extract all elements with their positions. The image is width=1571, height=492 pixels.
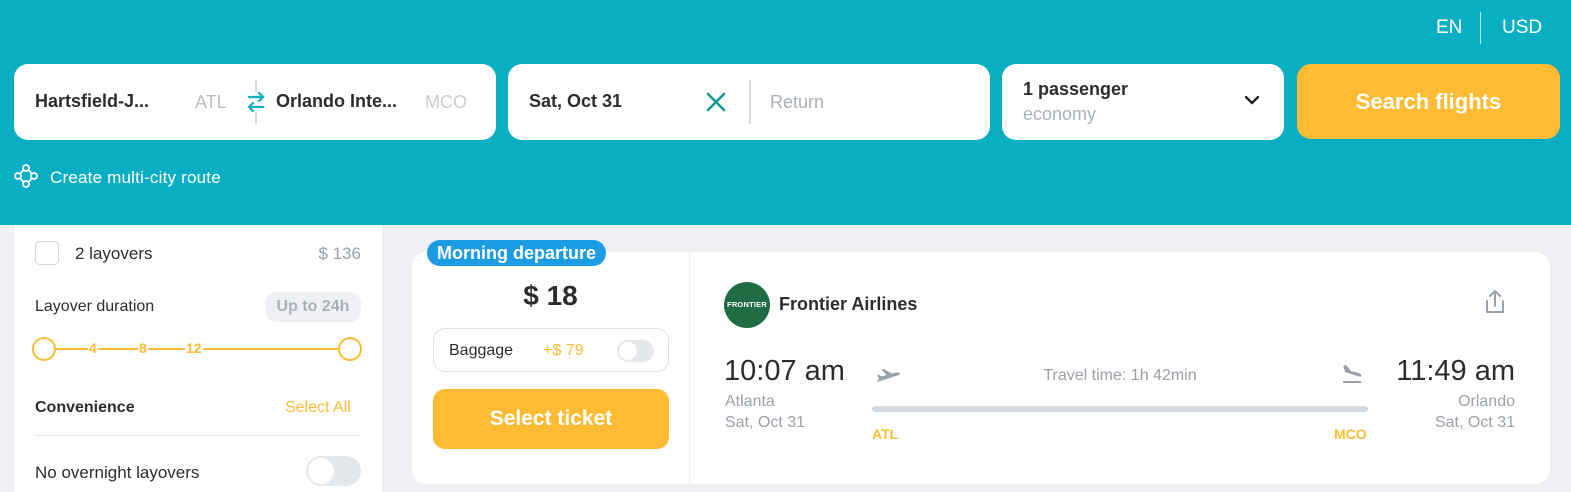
departure-city: Atlanta	[725, 393, 775, 410]
search-flights-button[interactable]: Search flights	[1297, 64, 1560, 139]
two-layovers-price: $ 136	[318, 244, 361, 263]
header-divider	[1480, 12, 1481, 44]
ticket-price: $ 18	[523, 280, 578, 311]
destination-code: MCO	[425, 92, 467, 112]
arrival-date: Sat, Oct 31	[1434, 414, 1515, 431]
multi-city-label: Create multi-city route	[50, 168, 221, 187]
ticket-card: $ 18 Baggage +$ 79 Select ticket FRONTIE…	[412, 252, 1550, 484]
origin-code: ATL	[195, 92, 227, 112]
departure-date: Sat, Oct 31	[725, 414, 806, 431]
travel-time: Travel time: 1h 42min	[1043, 367, 1197, 384]
airline-name: Frontier Airlines	[779, 294, 918, 314]
cabin-class: economy	[1023, 104, 1097, 124]
slider-tick: 4	[88, 340, 98, 356]
baggage-label: Baggage	[449, 342, 514, 359]
layover-duration-slider[interactable]: 4 8 12	[32, 335, 364, 363]
slider-tick: 8	[138, 340, 148, 356]
baggage-toggle[interactable]	[617, 340, 654, 362]
convenience-heading: Convenience	[35, 399, 135, 416]
origin-airport-code: ATL	[872, 426, 899, 442]
select-ticket-button[interactable]: Select ticket	[433, 389, 669, 449]
currency-selector[interactable]: USD	[1502, 17, 1542, 39]
arrival-city: Orlando	[1458, 393, 1515, 410]
departure-date-input[interactable]: Sat, Oct 31	[529, 91, 622, 112]
no-overnight-label: No overnight layovers	[35, 463, 200, 482]
filters-sidebar: 2 layovers $ 136 Layover duration Up to …	[14, 225, 382, 492]
layover-duration-badge: Up to 24h	[265, 292, 361, 322]
return-date-input[interactable]: Return	[770, 92, 824, 113]
origin-input[interactable]: Hartsfield-J...	[35, 91, 149, 112]
section-divider	[35, 435, 361, 436]
departure-time: 10:07 am	[724, 355, 845, 387]
airline-logo: FRONTIER	[724, 282, 770, 328]
swap-arrows-icon[interactable]	[244, 80, 268, 124]
search-header: EN USD Hartsfield-J... ATL Orlando Inte.…	[0, 0, 1571, 225]
two-layovers-checkbox[interactable]	[35, 241, 59, 265]
route-field[interactable]: Hartsfield-J... ATL Orlando Inte... MCO	[14, 64, 496, 140]
route-nodes-icon	[14, 163, 38, 193]
language-selector[interactable]: EN	[1436, 17, 1462, 39]
ticket-divider	[689, 252, 690, 484]
destination-airport-code: MCO	[1334, 426, 1367, 442]
close-icon[interactable]	[704, 90, 728, 114]
share-icon[interactable]	[1482, 288, 1508, 316]
morning-departure-badge: Morning departure	[427, 240, 607, 266]
arrival-time: 11:49 am	[1396, 355, 1515, 387]
slider-min-handle[interactable]	[32, 337, 56, 361]
destination-input[interactable]: Orlando Inte...	[276, 91, 397, 112]
no-overnight-toggle[interactable]	[306, 456, 361, 486]
chevron-down-icon[interactable]	[1242, 90, 1262, 110]
multi-city-link[interactable]: Create multi-city route	[14, 163, 221, 193]
landing-icon	[1340, 362, 1364, 386]
toggle-knob	[308, 458, 334, 484]
baggage-price: +$ 79	[543, 342, 584, 359]
baggage-option[interactable]: Baggage +$ 79	[433, 328, 669, 372]
passenger-selector[interactable]: 1 passenger economy	[1002, 64, 1284, 140]
flight-progress-track	[872, 406, 1368, 412]
slider-tick: 12	[185, 340, 203, 356]
passenger-count: 1 passenger	[1023, 79, 1129, 99]
toggle-knob	[619, 342, 637, 360]
two-layovers-label: 2 layovers	[75, 244, 153, 263]
date-divider	[749, 80, 751, 124]
slider-max-handle[interactable]	[338, 337, 362, 361]
dates-field[interactable]: Sat, Oct 31 Return	[508, 64, 990, 140]
layover-duration-label: Layover duration	[35, 298, 155, 315]
select-all-link[interactable]: Select All	[285, 399, 351, 417]
